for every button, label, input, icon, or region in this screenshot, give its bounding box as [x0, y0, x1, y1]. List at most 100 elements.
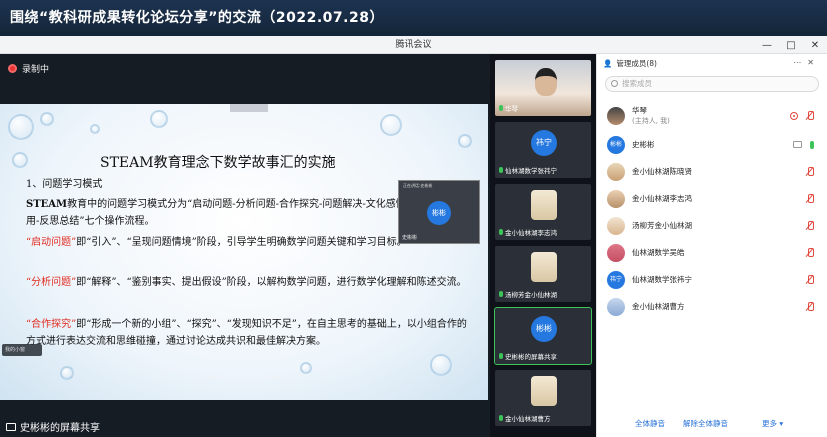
member-row[interactable]: 金小仙林湖曹方 [597, 293, 827, 320]
participant-tile[interactable]: 金小仙林湖李志鸿 [495, 184, 591, 240]
water-bubble [60, 366, 74, 380]
paragraph-3-text: 即“解释”、“鉴别事实、提出假设”阶段，以解构数学问题，进行数学化理解和陈述交流… [76, 277, 467, 288]
member-row[interactable]: 祎宁 仙林湖数学张祎宁 [597, 266, 827, 293]
member-name: 华琴 [632, 105, 647, 115]
section-text: 1、问题学习模式 [26, 179, 103, 190]
screenshot-root: 围绕“教科研成果转化论坛分享”的交流（2022.07.28） 腾讯会议 — □ … [0, 0, 827, 437]
window-controls: — □ ✕ [761, 36, 821, 54]
mic-muted-icon[interactable] [806, 111, 814, 120]
maximize-button[interactable]: □ [785, 40, 797, 51]
mic-on-icon [499, 167, 503, 173]
member-row[interactable]: 金小仙林湖陈晓贤 [597, 158, 827, 185]
mic-on-icon[interactable] [810, 140, 814, 149]
pip-avatar: 彬彬 [427, 201, 451, 225]
participant-avatar: 祎宁 [531, 130, 557, 156]
member-avatar: 彬彬 [607, 135, 625, 154]
water-bubble [8, 114, 34, 140]
recording-icon [790, 111, 798, 120]
mute-all-button[interactable]: 全体静音 [635, 418, 665, 429]
recording-label: 录制中 [22, 64, 50, 75]
minimize-button[interactable]: — [761, 40, 773, 51]
water-bubble [458, 134, 472, 148]
participant-tile[interactable]: 汤柳芳金小仙林湖 [495, 246, 591, 302]
close-button[interactable]: ✕ [809, 40, 821, 51]
members-title: 管理成员(8) [616, 58, 657, 68]
participant-tile[interactable]: 华琴 [495, 60, 591, 116]
mic-muted-icon[interactable] [806, 248, 814, 257]
tile-name: 汤柳芳金小仙林湖 [499, 289, 557, 299]
participant-tile[interactable]: 祎宁 仙林湖数学张祎宁 [495, 122, 591, 178]
member-role: (主持人, 我) [632, 116, 670, 125]
mic-muted-icon[interactable] [806, 194, 814, 203]
unmute-all-button[interactable]: 解除全体静音 [683, 418, 728, 429]
member-row[interactable]: 彬彬 史彬彬 [597, 131, 827, 158]
member-row[interactable]: 金小仙林湖李志鸿 [597, 185, 827, 212]
slide-paragraph-3: “分析问题”即“解释”、“鉴别事实、提出假设”阶段，以解构数学问题，进行数学化理… [26, 274, 472, 291]
members-icon: 👤 [603, 58, 613, 68]
member-list: 华琴 (主持人, 我) 彬彬 史彬彬 金小仙林湖陈晓贤 金小仙林湖李志鸿 汤柳芳… [597, 100, 827, 320]
banner-title: 围绕“教科研成果转化论坛分享”的交流（2022.07.28） [10, 10, 384, 26]
member-info: 仙林湖数学张祎宁 [632, 275, 692, 285]
tile-name: 仙林湖数学张祎宁 [499, 165, 557, 175]
member-status [806, 185, 814, 212]
participant-avatar [531, 190, 557, 220]
participant-avatar [531, 376, 557, 406]
screen-share-icon [793, 141, 802, 148]
mic-on-icon [499, 229, 503, 235]
member-name: 金小仙林湖陈晓贤 [632, 166, 692, 176]
member-name: 金小仙林湖曹方 [632, 301, 685, 311]
member-status [806, 293, 814, 320]
self-view-chip[interactable]: 我的小窗 [2, 344, 42, 356]
member-info: 华琴 (主持人, 我) [632, 106, 670, 126]
member-status [793, 131, 814, 158]
member-name: 仙林湖数学张祎宁 [632, 274, 692, 284]
member-name: 仙林湖数学吴皓 [632, 247, 685, 257]
member-info: 金小仙林湖陈晓贤 [632, 167, 692, 177]
shared-slide: STEAM教育理念下数学故事汇的实施 1、问题学习模式 STEAM教育中的问题学… [0, 104, 488, 400]
share-toolbar-handle[interactable] [230, 104, 268, 112]
member-avatar [607, 243, 625, 262]
members-panel: 👤 管理成员(8) ⋯✕ 搜索成员 华琴 (主持人, 我) 彬彬 史彬彬 金小仙… [596, 54, 827, 437]
meeting-banner: 围绕“教科研成果转化论坛分享”的交流（2022.07.28） [0, 0, 827, 36]
pip-name: 史彬彬 [402, 235, 418, 241]
participant-tile[interactable]: 金小仙林湖曹方 [495, 370, 591, 426]
slide-paragraph-4: “合作探究”即“形成一个新的小组”、“探究”、“发现知识不足”，在自主思考的基础… [26, 316, 472, 350]
members-panel-header: 👤 管理成员(8) ⋯✕ [597, 54, 827, 72]
share-label-text: 史彬彬的屏幕共享 [20, 423, 100, 434]
screen-share-label: 史彬彬的屏幕共享 [6, 419, 100, 434]
member-info: 仙林湖数学吴皓 [632, 248, 685, 258]
member-info: 金小仙林湖曹方 [632, 302, 685, 312]
mic-on-icon [499, 415, 503, 421]
member-name: 汤柳芳金小仙林湖 [632, 220, 692, 230]
water-bubble [90, 124, 100, 134]
main-video-area[interactable]: 录制中 STEAM教育理念下数学故事汇的实施 1、问题学习模式 STEAM教育中… [0, 54, 490, 437]
member-avatar [607, 106, 625, 125]
title-bar: 腾讯会议 — □ ✕ [0, 36, 827, 54]
member-status [806, 266, 814, 293]
member-status [806, 158, 814, 185]
participant-video-strip: 华琴 祎宁 仙林湖数学张祎宁 金小仙林湖李志鸿 汤柳芳金小仙林湖 彬彬 史彬彬的… [490, 54, 596, 437]
pip-title: 正在讲话:史彬彬 [403, 183, 433, 188]
participant-avatar [531, 252, 557, 282]
mic-muted-icon[interactable] [806, 167, 814, 176]
participant-tile[interactable]: 彬彬 史彬彬的屏幕共享 [494, 307, 592, 365]
member-status [806, 239, 814, 266]
water-bubble [430, 354, 452, 376]
mic-muted-icon[interactable] [806, 221, 814, 230]
member-row[interactable]: 华琴 (主持人, 我) [597, 100, 827, 131]
speaker-pip-window[interactable]: 正在讲话:史彬彬 彬彬 史彬彬 [398, 180, 480, 244]
mic-muted-icon[interactable] [806, 275, 814, 284]
member-row[interactable]: 汤柳芳金小仙林湖 [597, 212, 827, 239]
member-status [806, 212, 814, 239]
recording-indicator[interactable]: 录制中 [8, 60, 49, 76]
more-button[interactable]: 更多 ▾ [762, 418, 783, 429]
panel-controls[interactable]: ⋯✕ [793, 54, 820, 72]
member-row[interactable]: 仙林湖数学吴皓 [597, 239, 827, 266]
water-bubble [300, 362, 312, 374]
mic-on-icon [499, 291, 503, 297]
paragraph-2-text: 即“引入”、“呈现问题情境”阶段，引导学生明确数学问题关键和学习目标。 [76, 237, 407, 248]
member-search-input[interactable]: 搜索成员 [605, 76, 819, 92]
mic-muted-icon[interactable] [806, 302, 814, 311]
slide-title: STEAM教育理念下数学故事汇的实施 [100, 155, 336, 171]
paragraph-3-keyword: “分析问题” [26, 277, 77, 288]
